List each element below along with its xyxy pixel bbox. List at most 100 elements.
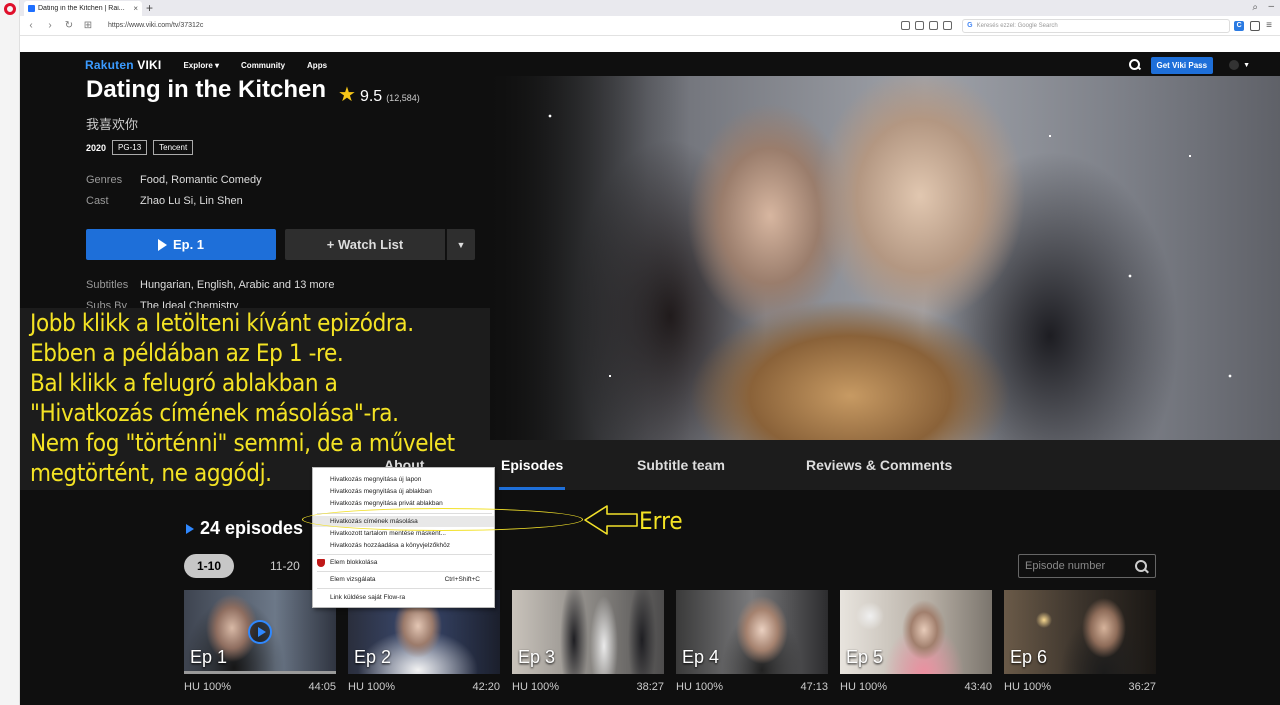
range-tab-1-10[interactable]: 1-10 bbox=[184, 554, 234, 578]
tab-episodes[interactable]: Episodes bbox=[501, 457, 563, 473]
get-viki-pass-button[interactable]: Get Viki Pass bbox=[1150, 56, 1214, 74]
episode-thumbnail[interactable]: Ep 4 bbox=[676, 590, 828, 674]
google-icon: G bbox=[967, 22, 973, 29]
rating-count: (12,584) bbox=[386, 93, 420, 103]
episode-thumbnail[interactable]: Ep 3 bbox=[512, 590, 664, 674]
nav-explore[interactable]: Explore ▾ bbox=[183, 61, 219, 70]
subtitles-label: Subtitles bbox=[86, 279, 129, 291]
tab-title: Dating in the Kitchen | Rai... bbox=[38, 5, 125, 12]
chevron-down-icon[interactable]: ▼ bbox=[1243, 62, 1250, 69]
menu-separator bbox=[317, 588, 492, 589]
send-icon[interactable] bbox=[929, 21, 939, 30]
active-tab-indicator bbox=[499, 487, 565, 490]
subtitles-value[interactable]: Hungarian, English, Arabic and 13 more bbox=[140, 279, 334, 291]
hero-snow bbox=[490, 76, 1280, 440]
episode-search bbox=[1018, 554, 1156, 578]
tab-search-icon[interactable]: ⌕ bbox=[1252, 2, 1258, 13]
episode-label: Ep 2 bbox=[354, 647, 392, 667]
menu-item-inspect-element[interactable]: Elem vizsgálata Ctrl+Shift+C bbox=[313, 574, 494, 585]
rating-value: 9.5 bbox=[359, 88, 383, 105]
nav-community[interactable]: Community bbox=[241, 61, 285, 70]
episode-card[interactable]: Ep 5 HU 100% 43:40 bbox=[840, 590, 992, 693]
back-icon[interactable]: ‹ bbox=[23, 20, 39, 31]
watchlist-button[interactable]: + Watch List bbox=[285, 229, 445, 260]
opera-logo-icon[interactable] bbox=[4, 3, 16, 15]
new-tab-button[interactable]: + bbox=[146, 0, 153, 16]
cast-label: Cast bbox=[86, 195, 109, 207]
browser-tab[interactable]: Dating in the Kitchen | Rai... × bbox=[24, 1, 142, 16]
speed-dial-icon[interactable]: ⊞ bbox=[80, 20, 96, 31]
menu-separator bbox=[317, 571, 492, 572]
nav-apps[interactable]: Apps bbox=[307, 61, 327, 70]
arrow-left-icon bbox=[584, 505, 638, 535]
annotation-line: "Hivatkozás címének másolása"-ra. bbox=[30, 399, 399, 427]
star-icon: ★ bbox=[338, 84, 356, 106]
episode-number-input[interactable] bbox=[1025, 560, 1135, 572]
minimize-icon[interactable]: – bbox=[1268, 1, 1274, 12]
genres-label: Genres bbox=[86, 174, 123, 186]
menu-item-open-new-tab[interactable]: Hivatkozás megnyitása új lapon bbox=[313, 474, 494, 485]
viki-favicon-icon bbox=[28, 5, 35, 12]
tab-close-icon[interactable]: × bbox=[133, 4, 138, 13]
genres-value[interactable]: Food, Romantic Comedy bbox=[140, 174, 262, 186]
annotation-line: Bal klikk a felugró ablakban a bbox=[30, 369, 338, 397]
reload-icon[interactable]: ↻ bbox=[61, 20, 77, 31]
episodes-heading: 24 episodes bbox=[186, 518, 303, 539]
native-title: 我喜欢你 bbox=[86, 117, 139, 132]
cast-row: Cast Zhao Lu Si, Lin Shen bbox=[86, 195, 243, 207]
episode-card[interactable]: Ep 3 HU 100% 38:27 bbox=[512, 590, 664, 693]
age-rating-badge: PG-13 bbox=[112, 140, 148, 155]
episode-duration: 43:40 bbox=[964, 681, 992, 693]
episode-thumbnail[interactable]: Ep 6 bbox=[1004, 590, 1156, 674]
episode-label: Ep 1 bbox=[190, 647, 228, 667]
avatar[interactable] bbox=[1229, 60, 1240, 70]
watchlist-chevron-icon[interactable]: ▼ bbox=[446, 229, 475, 260]
browser-tab-bar: Dating in the Kitchen | Rai... × + ⌕ – bbox=[20, 0, 1280, 16]
play-ep1-button[interactable]: Ep. 1 bbox=[86, 229, 276, 260]
url-field[interactable]: https://www.viki.com/tv/37312c bbox=[108, 22, 901, 29]
episode-subs: HU 100% bbox=[840, 681, 888, 693]
download-icon[interactable] bbox=[1250, 20, 1261, 31]
cast-value[interactable]: Zhao Lu Si, Lin Shen bbox=[140, 195, 243, 207]
google-search-placeholder: Keresés ezzel: Google Search bbox=[976, 22, 1058, 29]
episode-duration: 42:20 bbox=[472, 681, 500, 693]
arrow-label: Erre bbox=[639, 507, 683, 535]
viki-logo[interactable]: Rakuten VIKI bbox=[85, 58, 161, 72]
menu-item-send-to-flow[interactable]: Link küldése saját Flow-ra bbox=[313, 592, 494, 603]
range-tab-11-20[interactable]: 11-20 bbox=[270, 559, 300, 573]
search-icon[interactable] bbox=[1128, 59, 1141, 71]
google-search-field[interactable]: G Keresés ezzel: Google Search bbox=[962, 18, 1231, 33]
play-icon[interactable] bbox=[248, 620, 272, 644]
episodes-count: 24 episodes bbox=[200, 518, 304, 538]
snapshot-icon[interactable] bbox=[901, 21, 911, 30]
address-bar: ‹ › ↻ ⊞ https://www.viki.com/tv/37312c G… bbox=[20, 16, 1280, 36]
triangle-icon bbox=[186, 523, 194, 534]
year: 2020 bbox=[86, 142, 107, 153]
episode-thumbnail[interactable]: Ep 5 bbox=[840, 590, 992, 674]
episode-label: Ep 4 bbox=[682, 647, 720, 667]
episode-duration: 44:05 bbox=[308, 681, 336, 693]
menu-item-block-element[interactable]: Elem blokkolása bbox=[313, 557, 494, 568]
tab-reviews[interactable]: Reviews & Comments bbox=[806, 457, 952, 473]
episode-duration: 36:27 bbox=[1128, 681, 1156, 693]
watch-progress bbox=[184, 671, 336, 674]
episode-card[interactable]: Ep 6 HU 100% 36:27 bbox=[1004, 590, 1156, 693]
extension-icon[interactable]: C bbox=[1234, 20, 1245, 31]
play-button-label: Ep. 1 bbox=[172, 237, 205, 252]
episode-label: Ep 6 bbox=[1010, 647, 1048, 667]
episode-subs: HU 100% bbox=[676, 681, 724, 693]
heart-icon[interactable] bbox=[943, 21, 953, 30]
tab-subtitle-team[interactable]: Subtitle team bbox=[637, 457, 725, 473]
forward-icon[interactable]: › bbox=[42, 20, 58, 31]
search-icon[interactable] bbox=[1135, 560, 1149, 574]
menu-separator bbox=[317, 554, 492, 555]
menu-item-open-new-window[interactable]: Hivatkozás megnyitása új ablakban bbox=[313, 486, 494, 497]
shield-icon[interactable] bbox=[915, 21, 925, 30]
episode-subs: HU 100% bbox=[512, 681, 560, 693]
instruction-annotation: Jobb klikk a letölteni kívánt epizódra. … bbox=[30, 308, 500, 488]
menu-icon[interactable]: ≡ bbox=[1266, 20, 1272, 31]
episode-subs: HU 100% bbox=[1004, 681, 1052, 693]
episode-duration: 38:27 bbox=[636, 681, 664, 693]
menu-item-bookmark-link[interactable]: Hivatkozás hozzáadása a könyvjelzőkhöz bbox=[313, 540, 494, 551]
episode-card[interactable]: Ep 4 HU 100% 47:13 bbox=[676, 590, 828, 693]
